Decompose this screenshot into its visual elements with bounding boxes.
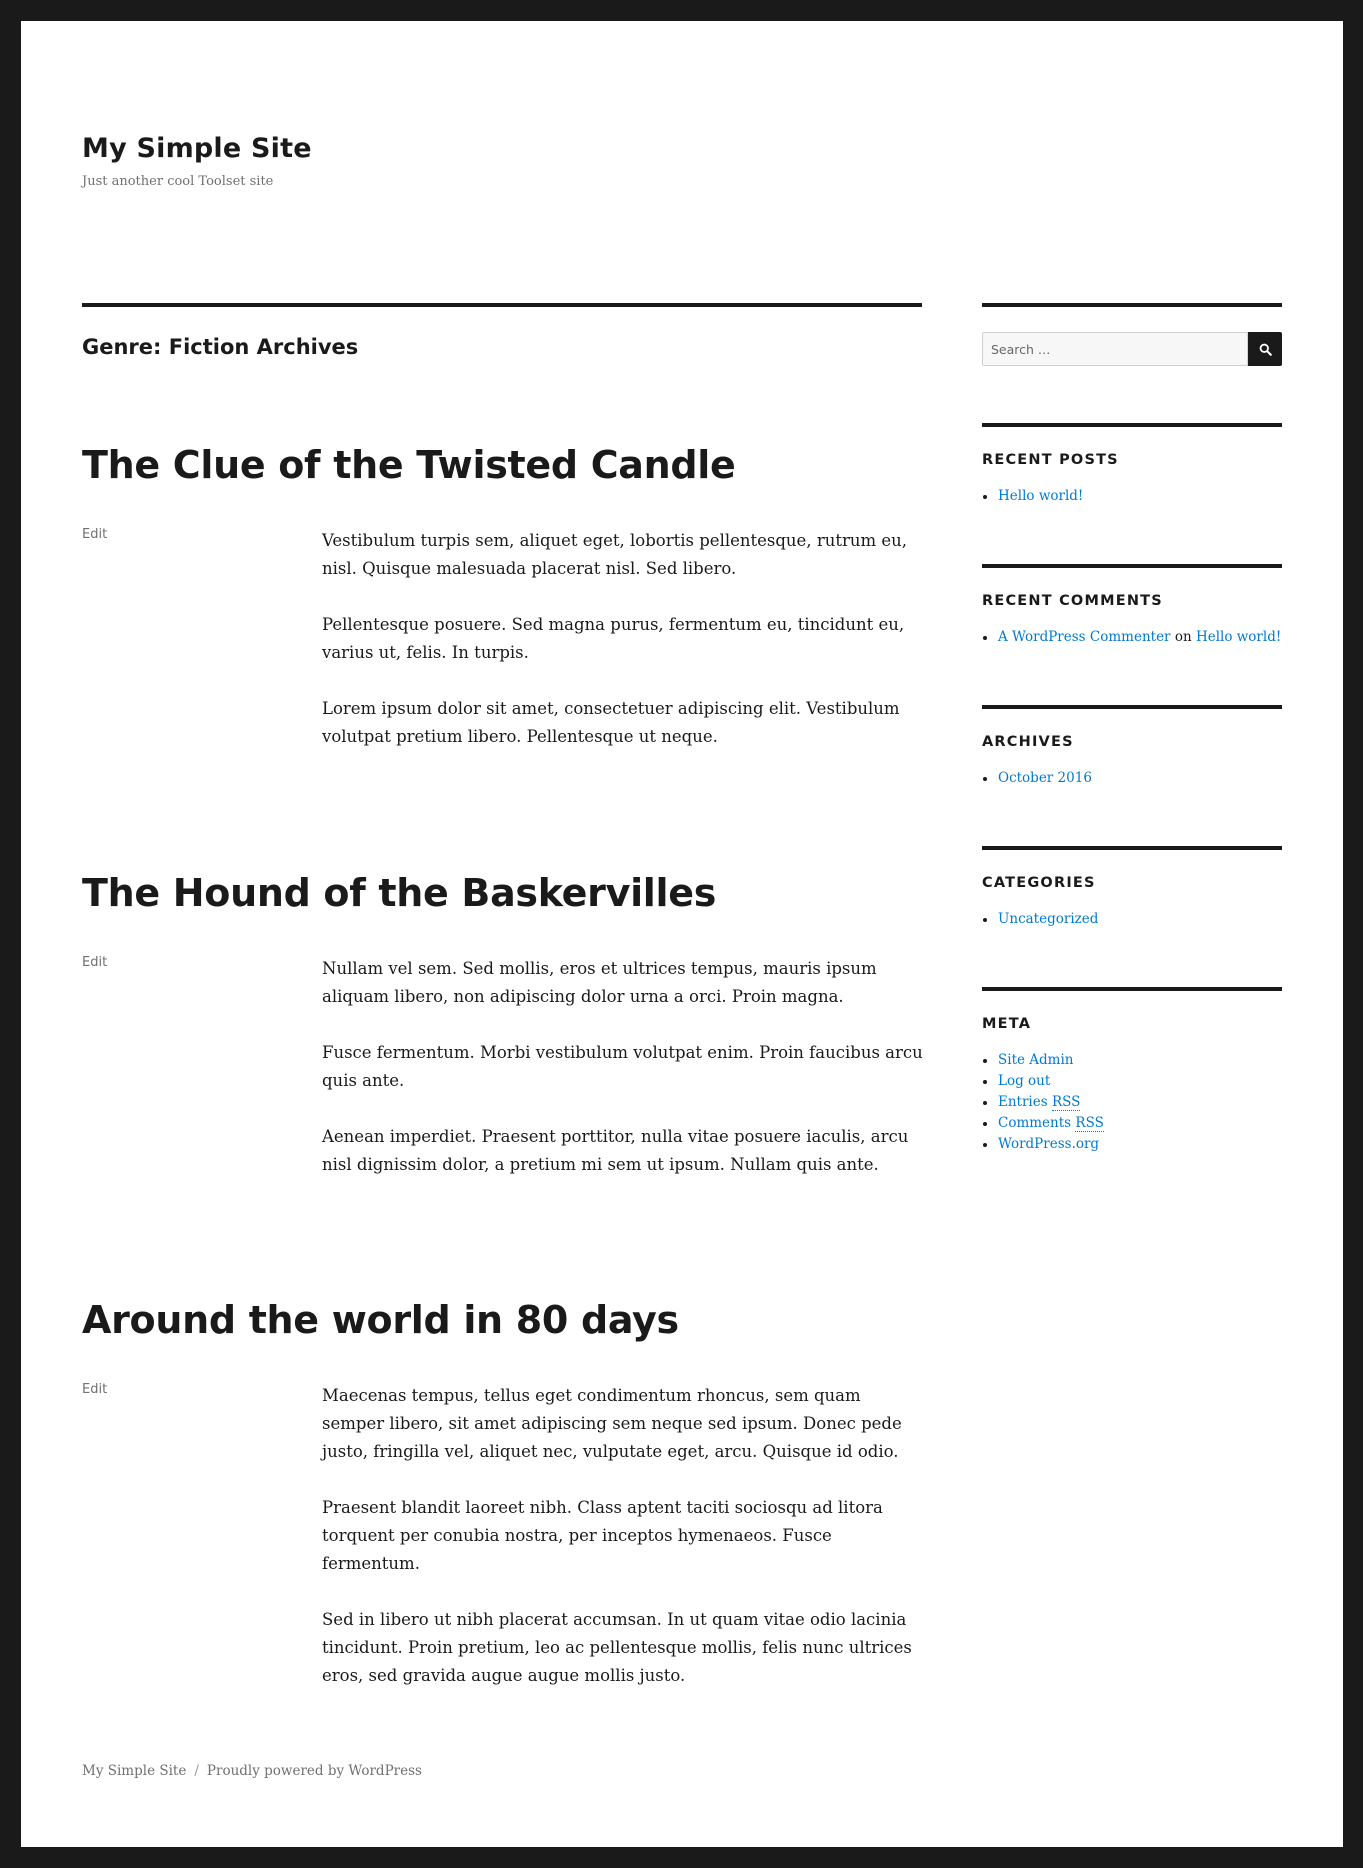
- footer-site-link[interactable]: My Simple Site: [82, 1763, 186, 1779]
- link-label: Comments: [998, 1115, 1072, 1131]
- article-title-link[interactable]: The Hound of the Baskervilles: [82, 871, 716, 915]
- link-label: Entries: [998, 1094, 1048, 1110]
- archive-title: Genre: Fiction Archives: [82, 335, 359, 359]
- log-out-link[interactable]: Log out: [998, 1073, 1050, 1089]
- search-input[interactable]: [982, 332, 1248, 366]
- article-content: Vestibulum turpis sem, aliquet eget, lob…: [322, 527, 927, 751]
- page-frame: My Simple Site Just another cool Toolset…: [21, 21, 1343, 1847]
- category-link[interactable]: Uncategorized: [998, 911, 1098, 927]
- article-content: Nullam vel sem. Sed mollis, eros et ultr…: [322, 955, 927, 1179]
- paragraph: Nullam vel sem. Sed mollis, eros et ultr…: [322, 958, 877, 1006]
- divider: [982, 705, 1282, 709]
- paragraph: Maecenas tempus, tellus eget condimentum…: [322, 1385, 902, 1461]
- widget-recent-comments: Recent Comments A WordPress Commenter on…: [982, 564, 1282, 648]
- edit-link[interactable]: Edit: [82, 1382, 107, 1397]
- archive-link[interactable]: October 2016: [998, 770, 1092, 786]
- widget-categories: Categories Uncategorized: [982, 846, 1282, 930]
- paragraph: Pellentesque posuere. Sed magna purus, f…: [322, 614, 905, 662]
- paragraph: Aenean imperdiet. Praesent porttitor, nu…: [322, 1126, 909, 1174]
- paragraph: Lorem ipsum dolor sit amet, consectetuer…: [322, 698, 900, 746]
- divider: [982, 303, 1282, 307]
- list-item: Site Admin: [982, 1050, 1282, 1071]
- divider: [82, 303, 922, 307]
- article-content: Maecenas tempus, tellus eget condimentum…: [322, 1382, 927, 1690]
- site-description: Just another cool Toolset site: [82, 174, 274, 189]
- site-footer: My Simple Site / Proudly powered by WordPr…: [82, 1763, 422, 1779]
- widget-recent-posts: Recent Posts Hello world!: [982, 423, 1282, 507]
- archive-header: Genre: Fiction Archives: [82, 303, 922, 359]
- list-item: October 2016: [982, 768, 1282, 789]
- rss-abbr: RSS: [1051, 1094, 1081, 1111]
- widget-title: Meta: [982, 1016, 1032, 1032]
- comment-author-link[interactable]: A WordPress Commenter: [998, 629, 1171, 645]
- paragraph: Praesent blandit laoreet nibh. Class apt…: [322, 1497, 883, 1573]
- list-item: Uncategorized: [982, 909, 1282, 930]
- article-title-link[interactable]: Around the world in 80 days: [82, 1298, 679, 1342]
- list-item: Hello world!: [982, 486, 1282, 507]
- recent-post-link[interactable]: Hello world!: [998, 488, 1083, 504]
- list-item: Log out: [982, 1071, 1282, 1092]
- entries-rss-link[interactable]: Entries RSS: [998, 1094, 1081, 1111]
- widget-title: Recent Comments: [982, 593, 1163, 609]
- article: The Hound of the Baskervilles Edit Nulla…: [82, 871, 923, 1207]
- powered-by-link[interactable]: Proudly powered by WordPress: [207, 1763, 422, 1779]
- search-button[interactable]: [1248, 332, 1282, 366]
- article: Around the world in 80 days Edit Maecena…: [82, 1298, 922, 1718]
- search-icon: [1259, 343, 1272, 356]
- widget-title: Archives: [982, 734, 1074, 750]
- widget-meta: Meta Site Admin Log out Entries RSS Comm…: [982, 987, 1282, 1155]
- list-item: WordPress.org: [982, 1134, 1282, 1155]
- list-item: Comments RSS: [982, 1113, 1282, 1134]
- list-item: A WordPress Commenter on Hello world!: [982, 627, 1282, 648]
- comments-rss-link[interactable]: Comments RSS: [998, 1115, 1104, 1132]
- divider: [982, 423, 1282, 427]
- paragraph: Fusce fermentum. Morbi vestibulum volutp…: [322, 1042, 923, 1090]
- edit-link[interactable]: Edit: [82, 527, 107, 542]
- list-item: Entries RSS: [982, 1092, 1282, 1113]
- site-title-link[interactable]: My Simple Site: [82, 133, 312, 164]
- widget-title: Categories: [982, 875, 1096, 891]
- rss-abbr: RSS: [1075, 1115, 1104, 1132]
- search-form: [982, 332, 1282, 366]
- sidebar: Recent Posts Hello world! Recent Comment…: [982, 303, 1282, 1155]
- divider: [982, 846, 1282, 850]
- divider: [982, 564, 1282, 568]
- footer-separator: /: [194, 1763, 199, 1779]
- widget-title: Recent Posts: [982, 452, 1119, 468]
- widget-archives: Archives October 2016: [982, 705, 1282, 789]
- site-admin-link[interactable]: Site Admin: [998, 1052, 1073, 1068]
- article-title-link[interactable]: The Clue of the Twisted Candle: [82, 443, 736, 487]
- article: The Clue of the Twisted Candle Edit Vest…: [82, 443, 922, 779]
- comment-connector: on: [1174, 629, 1192, 645]
- divider: [982, 987, 1282, 991]
- paragraph: Vestibulum turpis sem, aliquet eget, lob…: [322, 530, 908, 578]
- paragraph: Sed in libero ut nibh placerat accumsan.…: [322, 1609, 912, 1685]
- edit-link[interactable]: Edit: [82, 955, 107, 970]
- comment-post-link[interactable]: Hello world!: [1196, 629, 1281, 645]
- wordpress-org-link[interactable]: WordPress.org: [998, 1136, 1099, 1152]
